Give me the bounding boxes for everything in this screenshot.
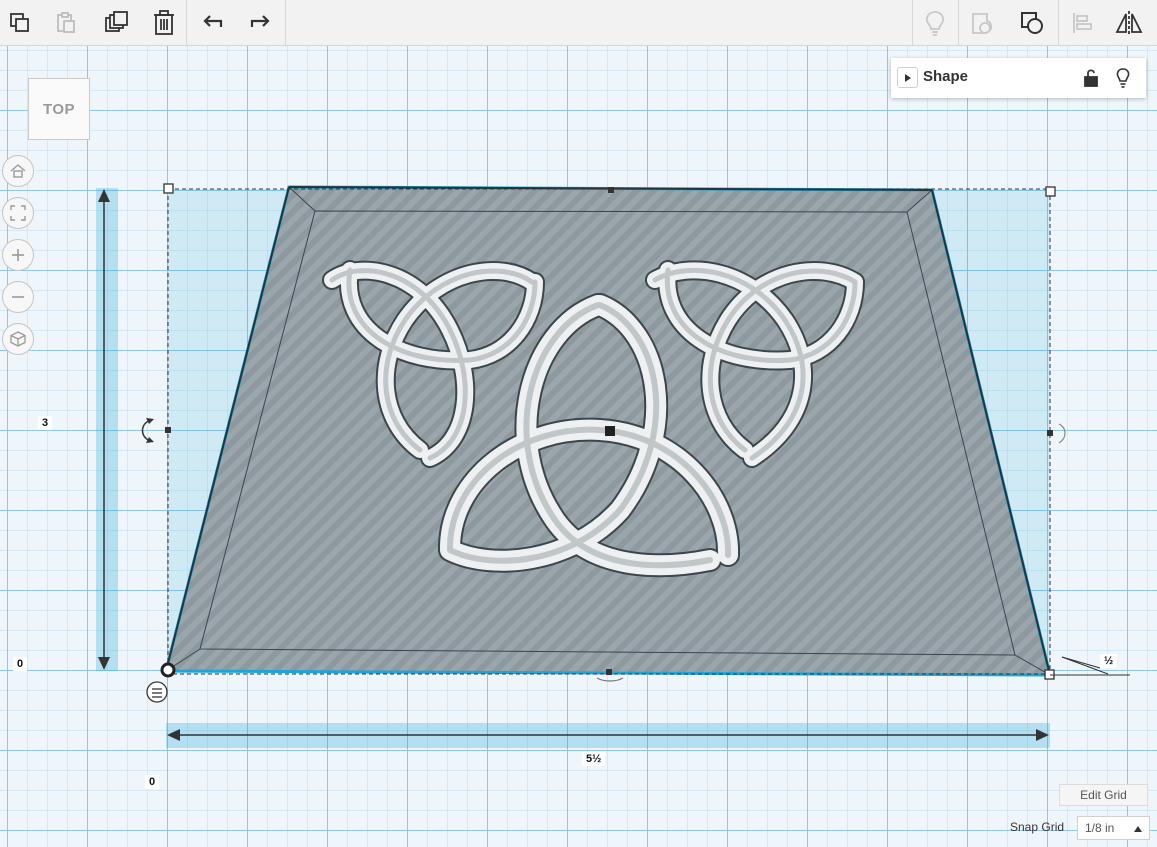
lightbulb-button[interactable] [916,4,954,42]
duplicate-icon [105,11,128,32]
zoom-out-button[interactable] [2,281,34,313]
group-icon [1021,12,1043,34]
shape-inspector-panel: Shape [891,58,1146,98]
resize-handle-bottom-mid[interactable] [606,669,612,675]
height-dimension-bar [96,188,118,671]
workplane-scene[interactable] [0,0,1157,847]
lightbulb-icon [1116,68,1130,88]
toolbar-separator [958,0,959,46]
depth-value-label[interactable]: ½ [1100,654,1118,668]
snap-grid-select[interactable]: 1/8 in [1077,816,1150,840]
lock-toggle[interactable] [1082,68,1102,88]
shape-panel-title: Shape [923,68,969,85]
snap-grid-value: 1/8 in [1085,821,1115,835]
redo-icon [250,15,270,27]
home-view-button[interactable] [2,155,34,187]
height-origin-label: 0 [13,657,28,671]
zoom-out-icon [12,296,24,298]
hole-shape-button[interactable] [964,4,1002,42]
zoom-in-icon [12,249,24,261]
redo-button[interactable] [241,4,279,42]
light-toggle[interactable] [1114,67,1134,89]
toolbar-separator [1058,0,1059,46]
caret-up-icon [1134,826,1142,832]
view-cube[interactable]: TOP [28,78,90,140]
resize-handle-top-right[interactable] [1045,186,1056,197]
delete-button[interactable] [145,4,183,42]
home-icon [10,164,26,178]
resize-handle-top-left[interactable] [163,183,174,194]
shape-panel-expand-button[interactable] [897,67,918,88]
align-icon [1073,13,1092,33]
mirror-icon [1115,11,1143,35]
copy-button[interactable] [1,4,39,42]
align-origin-icon[interactable] [146,681,168,703]
origin-handle[interactable] [160,662,176,678]
edit-grid-button[interactable]: Edit Grid [1059,784,1148,806]
undo-button[interactable] [194,4,232,42]
height-value-label[interactable]: 3 [38,416,53,430]
perspective-button[interactable] [2,323,34,355]
unlock-icon [1084,69,1098,87]
width-value-label[interactable]: 5½ [582,752,606,766]
toolbar-separator [285,0,286,46]
caret-right-icon [904,73,911,82]
duplicate-button[interactable] [97,4,135,42]
zoom-in-button[interactable] [2,239,34,271]
depth-indicator [1050,656,1130,676]
mirror-button[interactable] [1110,4,1148,42]
rotate-handle-left[interactable] [141,418,155,443]
paste-icon [57,12,75,33]
rotate-handle-bottom[interactable] [596,677,624,682]
copy-icon [10,13,29,32]
align-button[interactable] [1063,4,1101,42]
hole-shape-icon [972,13,993,34]
paste-button[interactable] [47,4,85,42]
group-button[interactable] [1013,4,1051,42]
resize-handle-left-mid[interactable] [165,427,171,433]
trash-icon [154,10,174,35]
toolbar-separator [186,0,187,46]
snap-grid-label: Snap Grid [1010,820,1065,834]
resize-handle-top-mid[interactable] [608,187,614,193]
toolbar-separator [912,0,913,46]
fit-view-button[interactable] [2,197,34,229]
perspective-cube-icon [10,331,26,347]
lightbulb-icon [925,11,945,36]
width-origin-label: 0 [145,775,160,789]
fit-view-icon [10,205,26,221]
toolbar [0,0,1157,46]
height-handle-center[interactable] [605,426,615,436]
resize-handle-right-mid[interactable] [1047,430,1053,436]
rotate-handle-right[interactable] [1058,423,1066,444]
undo-icon [203,15,223,27]
view-cube-label: TOP [42,100,76,118]
